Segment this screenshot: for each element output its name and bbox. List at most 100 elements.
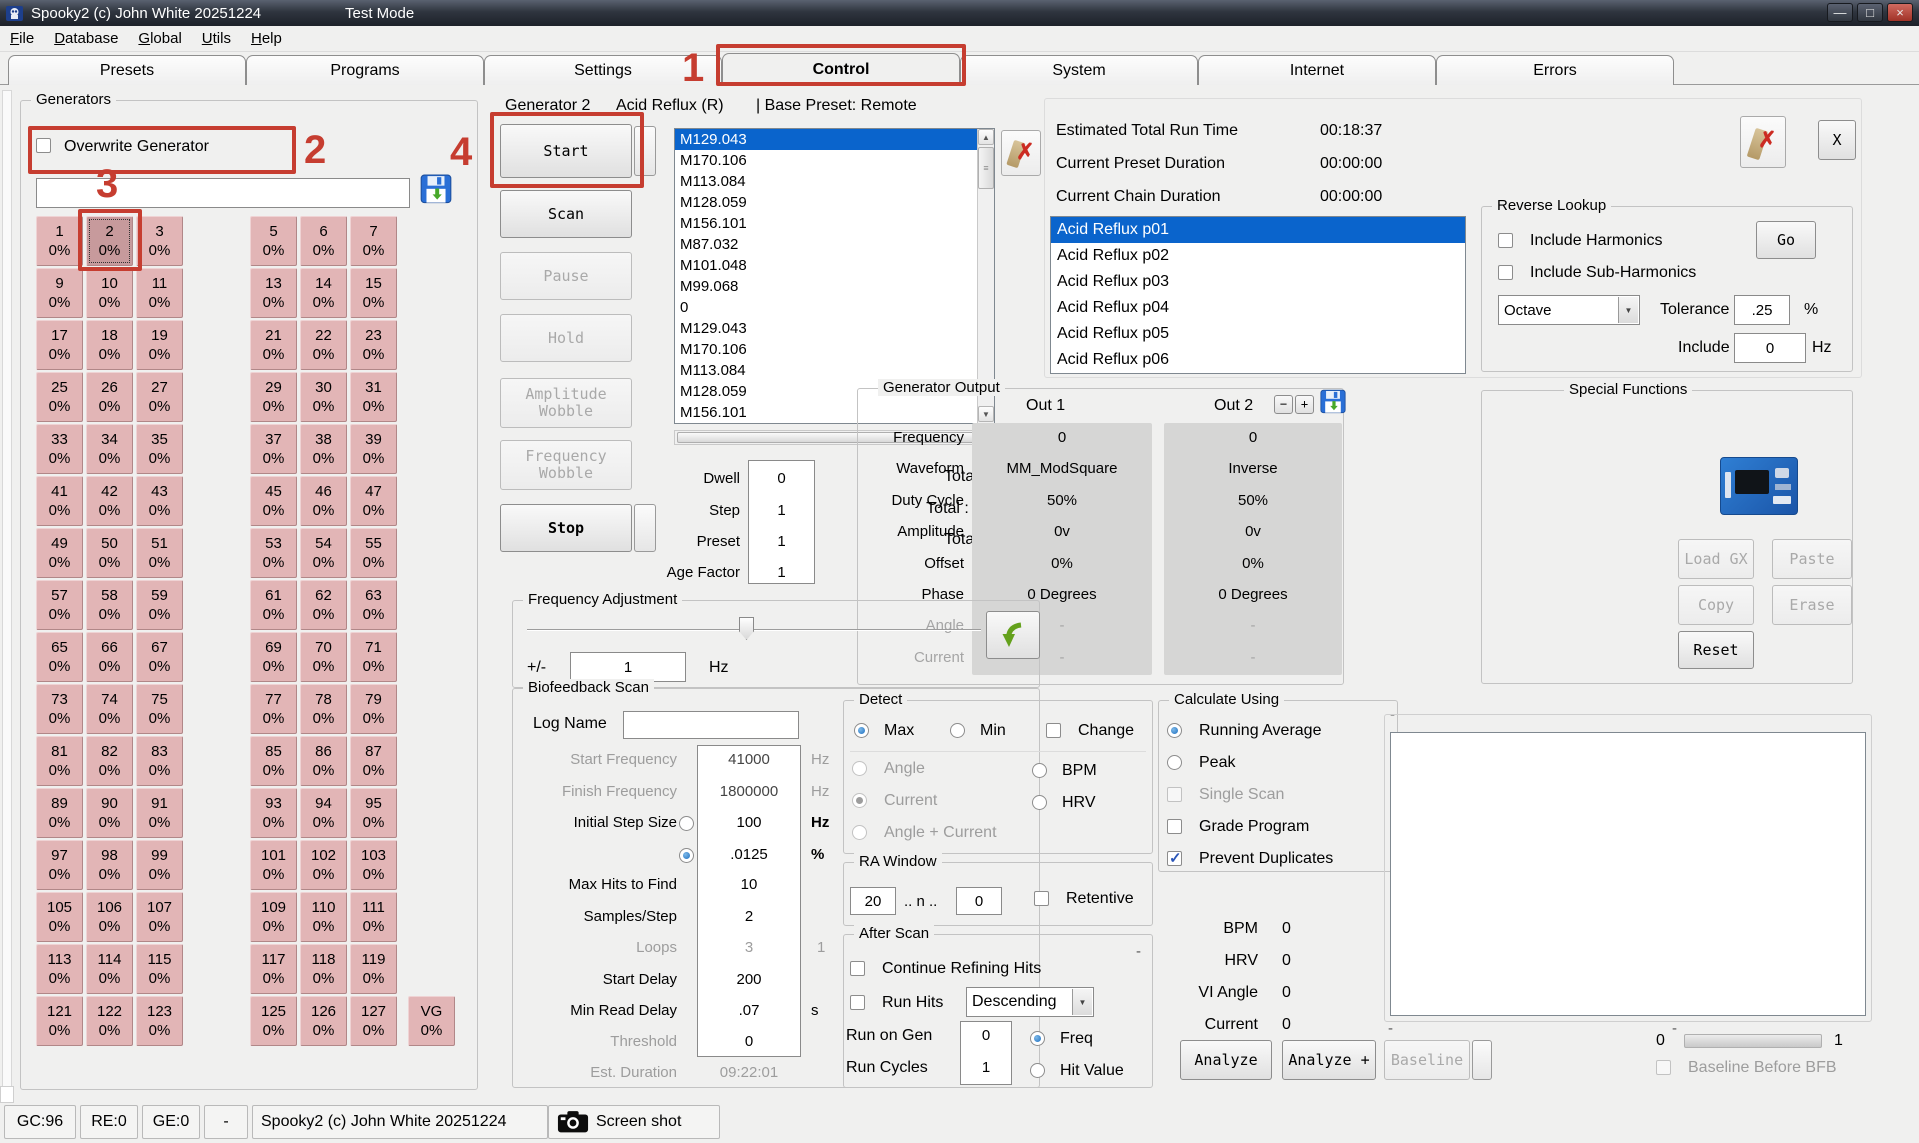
detect-angle-radio[interactable] — [852, 761, 867, 776]
generator-cell-42[interactable]: 420% — [86, 476, 133, 526]
overwrite-generator-checkbox[interactable] — [36, 138, 51, 153]
generator-cell-22[interactable]: 220% — [300, 320, 347, 370]
generator-cell-73[interactable]: 730% — [36, 684, 83, 734]
generator-cell-113[interactable]: 1130% — [36, 944, 83, 994]
generator-cell-45[interactable]: 450% — [250, 476, 297, 526]
tab-system[interactable]: System — [960, 55, 1198, 85]
generator-cell-85[interactable]: 850% — [250, 736, 297, 786]
generator-cell-31[interactable]: 310% — [350, 372, 397, 422]
generator-cell-59[interactable]: 590% — [136, 580, 183, 630]
generator-cell-91[interactable]: 910% — [136, 788, 183, 838]
run-hits-checkbox[interactable] — [850, 995, 865, 1010]
generator-cell-93[interactable]: 930% — [250, 788, 297, 838]
generator-cell-117[interactable]: 1170% — [250, 944, 297, 994]
step-size-pct-radio[interactable] — [679, 848, 694, 863]
generator-cell-79[interactable]: 790% — [350, 684, 397, 734]
frequency-item[interactable]: 0 — [675, 297, 994, 318]
generator-cell-37[interactable]: 370% — [250, 424, 297, 474]
frequency-item[interactable]: M101.048 — [675, 255, 994, 276]
generator-cell-17[interactable]: 170% — [36, 320, 83, 370]
generator-cell-33[interactable]: 330% — [36, 424, 83, 474]
generator-cell-114[interactable]: 1140% — [86, 944, 133, 994]
generator-cell-71[interactable]: 710% — [350, 632, 397, 682]
generator-cell-18[interactable]: 180% — [86, 320, 133, 370]
run-on-gen-value[interactable]: 0 — [960, 1027, 1012, 1044]
generator-cell-54[interactable]: 540% — [300, 528, 347, 578]
frequency-item[interactable]: M170.106 — [675, 150, 994, 171]
frequency-adjustment-slider[interactable] — [527, 629, 981, 631]
generator-cell-6[interactable]: 60% — [300, 216, 347, 266]
detect-current-radio[interactable] — [852, 793, 867, 808]
generator-cell-69[interactable]: 690% — [250, 632, 297, 682]
generator-cell-99[interactable]: 990% — [136, 840, 183, 890]
generator-cell-121[interactable]: 1210% — [36, 996, 83, 1046]
frequency-item[interactable]: M156.101 — [675, 213, 994, 234]
generator-cell-58[interactable]: 580% — [86, 580, 133, 630]
generator-cell-74[interactable]: 740% — [86, 684, 133, 734]
clear-all-button[interactable]: ✗ — [1740, 116, 1786, 168]
generator-cell-105[interactable]: 1050% — [36, 892, 83, 942]
detect-change-checkbox[interactable] — [1046, 723, 1061, 738]
generator-cell-127[interactable]: 1270% — [350, 996, 397, 1046]
scan-button[interactable]: Scan — [500, 190, 632, 238]
generator-cell-70[interactable]: 700% — [300, 632, 347, 682]
generator-cell-35[interactable]: 350% — [136, 424, 183, 474]
generator-cell-21[interactable]: 210% — [250, 320, 297, 370]
chain-item[interactable]: Acid Reflux p02 — [1051, 243, 1465, 269]
start-button-strip[interactable] — [634, 126, 656, 176]
single-scan-checkbox[interactable] — [1167, 787, 1182, 802]
ra-window-high-input[interactable]: 0 — [956, 887, 1002, 915]
generator-cell-122[interactable]: 1220% — [86, 996, 133, 1046]
generator-cell-11[interactable]: 110% — [136, 268, 183, 318]
copy-button[interactable]: Copy — [1678, 585, 1754, 625]
generator-cell-94[interactable]: 940% — [300, 788, 347, 838]
close-button[interactable]: × — [1887, 3, 1913, 22]
generator-cell-27[interactable]: 270% — [136, 372, 183, 422]
generator-cell-78[interactable]: 780% — [300, 684, 347, 734]
step-size-pct-value[interactable]: .0125 — [697, 846, 801, 863]
generator-cell-107[interactable]: 1070% — [136, 892, 183, 942]
generator-cell-63[interactable]: 630% — [350, 580, 397, 630]
generator-cell-77[interactable]: 770% — [250, 684, 297, 734]
generator-cell-14[interactable]: 140% — [300, 268, 347, 318]
frequency-item[interactable]: M113.084 — [675, 360, 994, 381]
scrollbar-thumb[interactable]: ≡ — [978, 147, 994, 189]
generator-cell-110[interactable]: 1100% — [300, 892, 347, 942]
generator-cell-97[interactable]: 970% — [36, 840, 83, 890]
minimize-button[interactable]: — — [1827, 3, 1853, 22]
hit-value-radio[interactable] — [1030, 1063, 1045, 1078]
generator-cell-26[interactable]: 260% — [86, 372, 133, 422]
run-hits-order-dropdown[interactable]: Descending ▼ — [966, 987, 1094, 1017]
reset-button[interactable]: Reset — [1678, 631, 1754, 669]
generator-cell-111[interactable]: 1110% — [350, 892, 397, 942]
tab-internet[interactable]: Internet — [1198, 55, 1436, 85]
analyze-button[interactable]: Analyze — [1180, 1040, 1272, 1080]
detect-bpm-radio[interactable] — [1032, 763, 1047, 778]
generator-cell-5[interactable]: 50% — [250, 216, 297, 266]
chain-item[interactable]: Acid Reflux p04 — [1051, 295, 1465, 321]
baseline-before-bfb-checkbox[interactable] — [1656, 1060, 1671, 1075]
generator-cell-39[interactable]: 390% — [350, 424, 397, 474]
decrease-output-button[interactable]: − — [1274, 395, 1293, 414]
chevron-down-icon[interactable]: ▼ — [1072, 989, 1092, 1015]
frequency-item[interactable]: M87.032 — [675, 234, 994, 255]
generator-cell-126[interactable]: 1260% — [300, 996, 347, 1046]
menu-help[interactable]: Help — [241, 30, 292, 47]
left-splitter[interactable] — [2, 90, 12, 1093]
start-button[interactable]: Start — [500, 124, 632, 178]
menu-global[interactable]: Global — [128, 30, 191, 47]
generator-cell-89[interactable]: 890% — [36, 788, 83, 838]
screenshot-button[interactable]: Screen shot — [548, 1105, 720, 1139]
generator-cell-23[interactable]: 230% — [350, 320, 397, 370]
samples-step-value[interactable]: 2 — [697, 908, 801, 925]
generator-cell-50[interactable]: 500% — [86, 528, 133, 578]
frequency-item[interactable]: M170.106 — [675, 339, 994, 360]
frequency-item[interactable]: M129.043 — [675, 129, 994, 150]
generator-cell-38[interactable]: 380% — [300, 424, 347, 474]
log-name-input[interactable] — [623, 711, 799, 739]
generator-cell-47[interactable]: 470% — [350, 476, 397, 526]
detect-max-radio[interactable] — [854, 723, 869, 738]
include-harmonics-checkbox[interactable] — [1498, 233, 1513, 248]
frequency-item[interactable]: M99.068 — [675, 276, 994, 297]
generator-cell-123[interactable]: 1230% — [136, 996, 183, 1046]
